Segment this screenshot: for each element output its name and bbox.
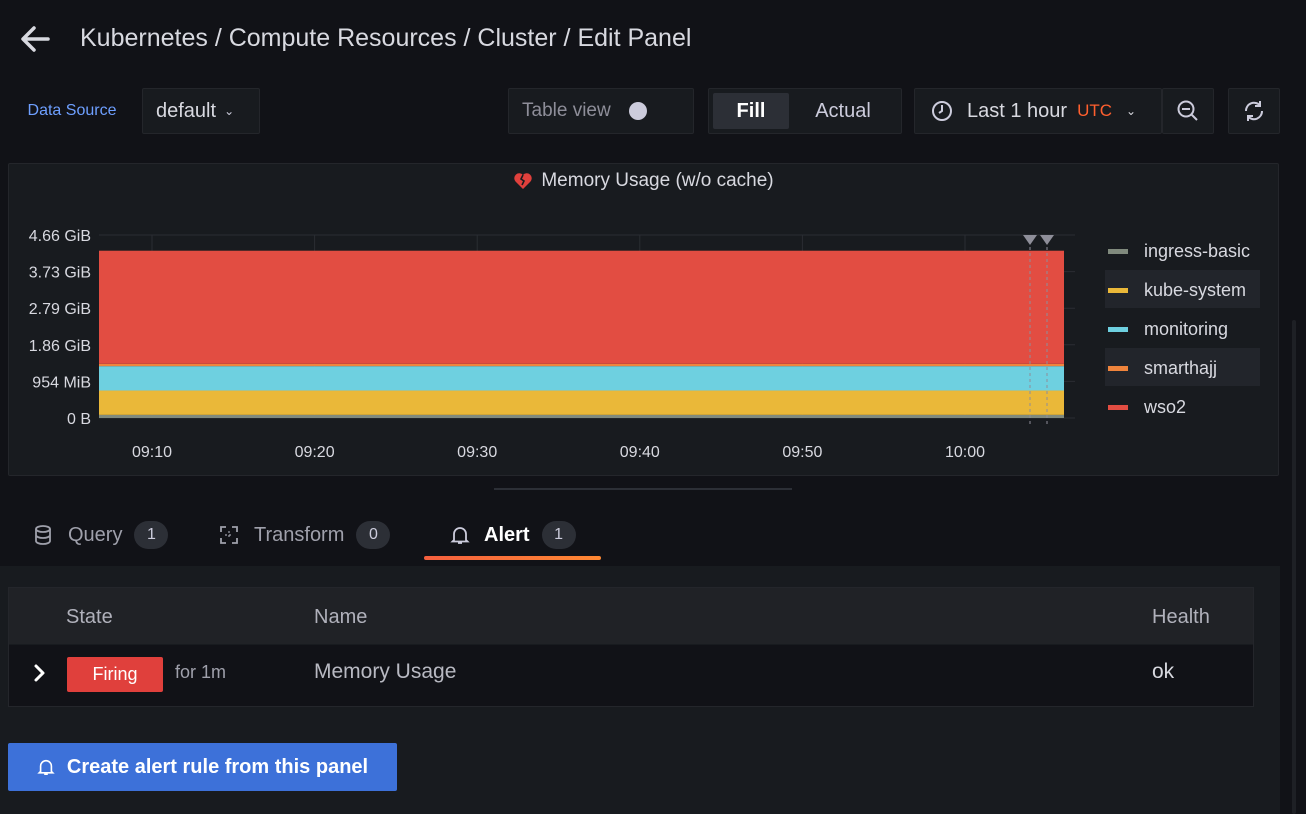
fill-actual-group: Fill Actual: [708, 88, 902, 134]
active-tab-indicator: [424, 556, 601, 560]
data-source-value: default: [156, 99, 217, 122]
fill-button[interactable]: Fill: [713, 93, 789, 129]
table-view-label: Table view: [522, 100, 611, 121]
database-icon: [35, 525, 51, 545]
column-header-name: Name: [314, 606, 368, 628]
column-header-health: Health: [1152, 606, 1210, 628]
transform-icon: [220, 526, 238, 544]
broken-heart-icon: [514, 173, 533, 189]
x-tick-label: 09:50: [782, 444, 822, 461]
legend-swatch: [1108, 288, 1128, 293]
x-tick-label: 09:40: [620, 444, 660, 461]
memory-usage-chart: 4.66 GiB 3.73 GiB 2.79 GiB 1.86 GiB 954 MiB 0…: [29, 228, 1260, 461]
legend-label[interactable]: monitoring: [1144, 319, 1228, 339]
x-tick-label: 09:30: [457, 444, 497, 461]
data-source-select[interactable]: default ⌄: [142, 88, 260, 134]
back-arrow-icon[interactable]: [18, 22, 52, 56]
time-range-picker[interactable]: Last 1 hour UTC ⌄: [914, 88, 1162, 134]
area-series-smarthajj: [99, 363, 1064, 367]
state-badge-firing: Firing: [67, 657, 163, 692]
tab-label: Transform: [254, 523, 345, 546]
create-alert-rule-label: Create alert rule from this panel: [66, 755, 369, 778]
annotation-marker[interactable]: [1040, 235, 1054, 245]
legend-label[interactable]: kube-system: [1144, 280, 1246, 300]
tab-query[interactable]: Query 1: [34, 520, 169, 550]
area-series-wso2: [99, 250, 1064, 364]
refresh-icon: [1244, 101, 1264, 121]
legend-label[interactable]: smarthajj: [1144, 358, 1217, 378]
column-header-state: State: [66, 606, 113, 628]
y-tick-label: 3.73 GiB: [29, 265, 91, 282]
area-series-ingress-basic: [99, 414, 1064, 418]
legend-swatch: [1108, 249, 1128, 254]
legend-swatch: [1108, 327, 1128, 332]
breadcrumb: Kubernetes / Compute Resources / Cluster…: [80, 24, 692, 52]
alert-rule-name: Memory Usage: [314, 660, 457, 683]
count-badge: 1: [134, 521, 169, 549]
panel-header[interactable]: Memory Usage (w/o cache): [0, 170, 1287, 192]
zoom-out-icon: [1177, 100, 1198, 121]
count-badge: 1: [541, 521, 576, 549]
chevron-down-icon: ⌄: [1126, 104, 1137, 118]
panel-resize-handle[interactable]: [494, 488, 792, 490]
table-header-row: [9, 588, 1253, 644]
legend-swatch: [1108, 366, 1128, 371]
x-tick-label: 09:20: [295, 444, 335, 461]
zoom-out-button[interactable]: [1162, 88, 1214, 134]
health-value: ok: [1152, 660, 1175, 683]
create-alert-rule-button[interactable]: Create alert rule from this panel: [8, 743, 397, 791]
y-tick-label: 4.66 GiB: [29, 228, 91, 245]
actual-button[interactable]: Actual: [789, 93, 897, 129]
count-badge: 0: [356, 521, 391, 549]
timezone-label: UTC: [1077, 101, 1113, 120]
legend-swatch: [1108, 405, 1128, 410]
y-tick-label: 2.79 GiB: [29, 301, 91, 318]
y-tick-label: 1.86 GiB: [29, 338, 91, 355]
panel-title: Memory Usage (w/o cache): [541, 170, 774, 191]
area-series-kube-system: [99, 390, 1064, 415]
bell-icon: [37, 759, 55, 776]
legend-label[interactable]: ingress-basic: [1144, 241, 1250, 261]
state-duration: for 1m: [175, 662, 227, 682]
tab-alert[interactable]: Alert 1: [450, 520, 576, 550]
y-tick-label: 954 MiB: [32, 374, 91, 391]
time-range-label: Last 1 hour: [967, 99, 1068, 122]
toggle-switch-icon[interactable]: [628, 102, 647, 120]
refresh-button[interactable]: [1228, 88, 1280, 134]
annotation-marker[interactable]: [1023, 235, 1037, 245]
legend-label[interactable]: wso2: [1143, 397, 1186, 417]
data-source-label: Data Source: [27, 102, 117, 119]
clock-icon: [932, 101, 952, 121]
table-view-toggle[interactable]: Table view: [508, 88, 694, 134]
vertical-scrollbar[interactable]: [1292, 320, 1296, 814]
x-tick-label: 09:10: [132, 444, 172, 461]
x-tick-label: 10:00: [945, 444, 985, 461]
bell-icon: [450, 527, 470, 544]
tab-label: Alert: [484, 523, 530, 546]
area-series-monitoring: [99, 366, 1064, 391]
tab-label: Query: [68, 523, 123, 546]
tab-transform[interactable]: Transform 0: [218, 520, 391, 550]
chevron-right-icon[interactable]: [30, 662, 50, 684]
chevron-down-icon: ⌄: [224, 104, 235, 118]
y-tick-label: 0 B: [67, 411, 91, 428]
